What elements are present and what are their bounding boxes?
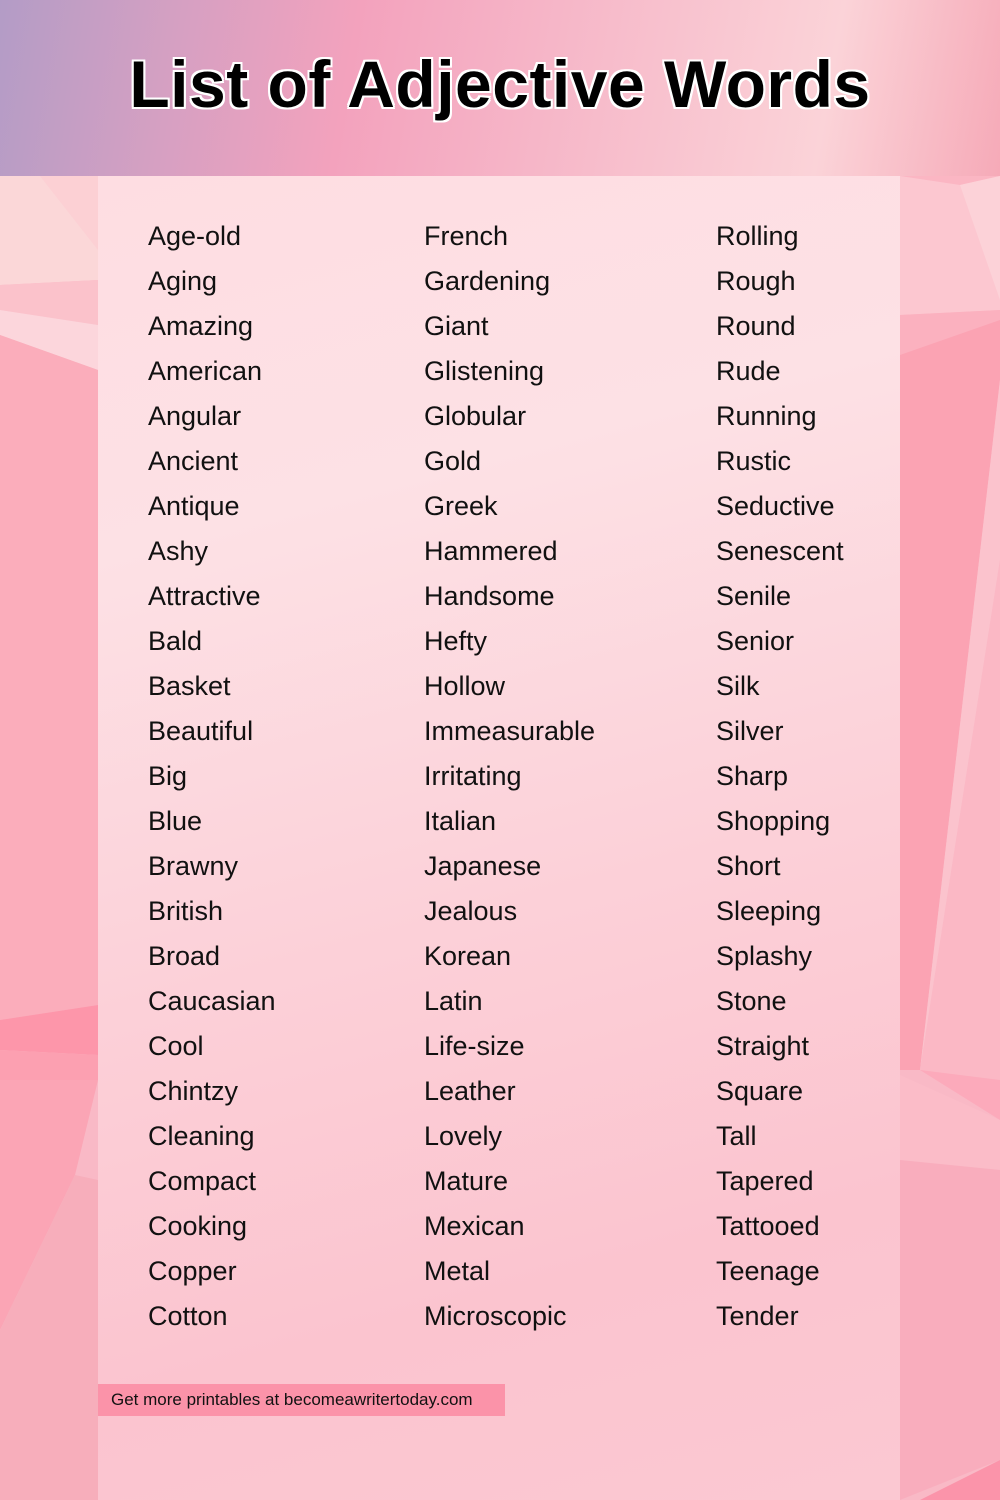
word-item: Running	[716, 401, 817, 431]
word-item: Ancient	[148, 446, 239, 476]
word-item: Round	[716, 311, 796, 341]
word-item: Beautiful	[148, 716, 254, 746]
word-item: Silk	[716, 671, 760, 701]
word-item: Angular	[148, 401, 242, 431]
word-item: Tapered	[716, 1166, 814, 1196]
word-item: Stone	[716, 986, 787, 1016]
word-item: Splashy	[716, 941, 813, 971]
word-item: Age-old	[148, 221, 242, 251]
word-item: Rolling	[716, 221, 799, 251]
word-item: Life-size	[424, 1031, 525, 1061]
word-item: French	[424, 221, 509, 251]
word-item: Globular	[424, 401, 527, 431]
word-item: Seductive	[716, 491, 835, 521]
word-item: Rough	[716, 266, 796, 296]
word-item: Silver	[716, 716, 784, 746]
word-item: Glistening	[424, 356, 545, 386]
word-item: Antique	[148, 491, 240, 521]
word-item: Basket	[148, 671, 231, 701]
word-item: American	[148, 356, 263, 386]
word-item: Cool	[148, 1031, 204, 1061]
word-item: Senescent	[716, 536, 844, 566]
word-item: Microscopic	[424, 1301, 567, 1331]
word-item: Blue	[148, 806, 203, 836]
word-item: Italian	[424, 806, 497, 836]
word-item: Amazing	[148, 311, 254, 341]
word-item: British	[148, 896, 224, 926]
word-item: Compact	[148, 1166, 257, 1196]
page-title: List of Adjective Words	[129, 47, 871, 121]
word-item: Sleeping	[716, 896, 822, 926]
word-item: Attractive	[148, 581, 261, 611]
word-item: Cooking	[148, 1211, 248, 1241]
word-item: Brawny	[148, 851, 239, 881]
word-item: Hefty	[424, 626, 488, 656]
word-item: Tattooed	[716, 1211, 820, 1241]
word-item: Chintzy	[148, 1076, 239, 1106]
word-item: Short	[716, 851, 781, 881]
word-item: Hollow	[424, 671, 506, 701]
word-list-panel: Age-old Aging Amazing American Angular A…	[98, 176, 900, 1500]
word-item: Irritating	[424, 761, 522, 791]
word-item: Sharp	[716, 761, 789, 791]
word-item: Gold	[424, 446, 482, 476]
word-item: Handsome	[424, 581, 555, 611]
word-item: Square	[716, 1076, 804, 1106]
word-item: Rude	[716, 356, 781, 386]
word-item: Aging	[148, 266, 218, 296]
printables-promo-banner: Get more printables at becomeawritertoda…	[98, 1384, 505, 1416]
word-item: Mature	[424, 1166, 509, 1196]
word-item: Senior	[716, 626, 795, 656]
word-item: Giant	[424, 311, 489, 341]
word-item: Bald	[148, 626, 203, 656]
word-item: Tender	[716, 1301, 799, 1331]
word-item: Teenage	[716, 1256, 820, 1286]
word-item: Leather	[424, 1076, 516, 1106]
word-column-3: Rolling Rough Round Rude Running Rustic …	[716, 214, 844, 1339]
word-item: Copper	[148, 1256, 237, 1286]
word-item: Rustic	[716, 446, 792, 476]
word-item: Mexican	[424, 1211, 525, 1241]
word-item: Cotton	[148, 1301, 228, 1331]
page-header: List of Adjective Words	[0, 0, 1000, 176]
word-item: Jealous	[424, 896, 518, 926]
word-item: Greek	[424, 491, 498, 521]
word-column-2: French Gardening Giant Glistening Globul…	[424, 214, 595, 1339]
word-item: Tall	[716, 1121, 757, 1151]
word-item: Korean	[424, 941, 512, 971]
word-item: Broad	[148, 941, 221, 971]
word-item: Japanese	[424, 851, 542, 881]
word-item: Big	[148, 761, 188, 791]
word-item: Caucasian	[148, 986, 276, 1016]
word-item: Metal	[424, 1256, 491, 1286]
word-item: Lovely	[424, 1121, 503, 1151]
word-item: Ashy	[148, 536, 209, 566]
word-item: Senile	[716, 581, 792, 611]
word-item: Latin	[424, 986, 483, 1016]
word-item: Hammered	[424, 536, 558, 566]
word-item: Straight	[716, 1031, 810, 1061]
word-column-1: Age-old Aging Amazing American Angular A…	[148, 214, 276, 1339]
word-item: Immeasurable	[424, 716, 596, 746]
word-item: Shopping	[716, 806, 831, 836]
word-item: Cleaning	[148, 1121, 255, 1151]
word-item: Gardening	[424, 266, 551, 296]
